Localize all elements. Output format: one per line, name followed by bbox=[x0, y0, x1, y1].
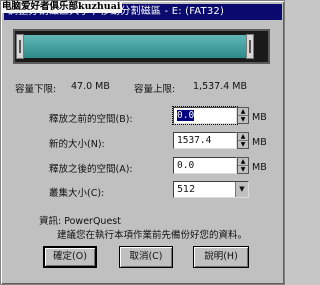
free-before-spinner[interactable]: ▲ ▼ bbox=[237, 107, 249, 124]
ok-button[interactable]: 確定(O) bbox=[43, 246, 97, 268]
spin-up-icon[interactable]: ▲ bbox=[238, 158, 248, 166]
min-size-label: 容量下限: bbox=[15, 84, 57, 95]
cancel-button[interactable]: 取消(C) bbox=[119, 246, 173, 268]
cluster-size-value: 512 bbox=[177, 184, 196, 195]
watermark: 电脑爱好者俱乐部kuzhuai bbox=[1, 1, 123, 13]
info-line-2: 建議您在執行本項作業前先備份好您的資料。 bbox=[57, 230, 248, 241]
new-size-input[interactable]: 1537.4 bbox=[173, 132, 237, 149]
info-line-1: 資訊: PowerQuest bbox=[39, 216, 121, 227]
free-before-input[interactable]: 0.0 bbox=[172, 106, 238, 125]
spin-down-icon[interactable]: ▼ bbox=[238, 116, 248, 123]
free-before-label: 釋放之前的空間(B): bbox=[49, 114, 133, 125]
free-before-unit: MB bbox=[252, 112, 267, 123]
cluster-size-select[interactable]: 512 ▼ bbox=[173, 181, 249, 198]
free-after-value: 0.0 bbox=[177, 160, 195, 171]
new-size-value: 1537.4 bbox=[177, 135, 212, 146]
free-after-label: 釋放之後的空間(A): bbox=[49, 164, 133, 175]
partition-left-handle[interactable] bbox=[16, 34, 24, 59]
spin-down-icon[interactable]: ▼ bbox=[238, 166, 248, 173]
help-button[interactable]: 說明(H) bbox=[193, 246, 249, 268]
max-size-value: 1,537.4 MB bbox=[193, 81, 247, 92]
max-size-label: 容量上限: bbox=[134, 84, 176, 95]
partition-used-space bbox=[18, 35, 248, 58]
resize-move-partition-dialog: 調整分割磁區大小 / 移動分割磁區 - E: (FAT32) 电脑爱好者俱乐部k… bbox=[0, 0, 285, 285]
spin-down-icon[interactable]: ▼ bbox=[238, 141, 248, 148]
free-after-spinner[interactable]: ▲ ▼ bbox=[237, 157, 249, 174]
new-size-spinner[interactable]: ▲ ▼ bbox=[237, 132, 249, 149]
new-size-label: 新的大小(N): bbox=[49, 139, 105, 150]
free-after-input[interactable]: 0.0 bbox=[173, 157, 237, 174]
spin-up-icon[interactable]: ▲ bbox=[238, 133, 248, 141]
min-size-value: 47.0 MB bbox=[71, 81, 110, 92]
free-after-unit: MB bbox=[252, 162, 267, 173]
partition-map-bar[interactable] bbox=[13, 29, 270, 64]
new-size-unit: MB bbox=[252, 137, 267, 148]
spin-up-icon[interactable]: ▲ bbox=[238, 108, 248, 116]
partition-right-handle[interactable] bbox=[246, 34, 254, 59]
free-before-value: 0.0 bbox=[177, 110, 195, 121]
chevron-down-icon[interactable]: ▼ bbox=[235, 182, 248, 197]
cluster-size-label: 叢集大小(C): bbox=[49, 188, 105, 199]
